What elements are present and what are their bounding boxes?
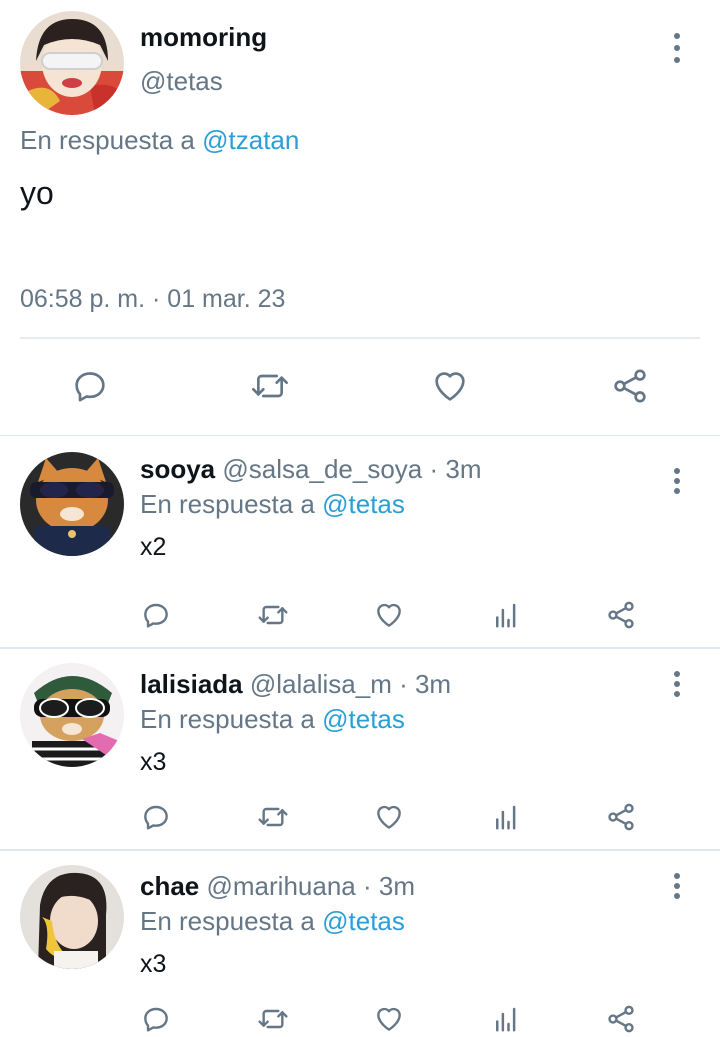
share-button[interactable] [608, 364, 652, 408]
reply-header: lalisiada @lalalisa_m · 3m [140, 669, 451, 700]
share-icon [614, 369, 646, 403]
mention-link[interactable]: @tzatan [202, 125, 299, 155]
retweet-button[interactable] [254, 597, 292, 633]
display-name[interactable]: chae [140, 871, 199, 901]
avatar[interactable] [20, 452, 124, 556]
reply-prefix: En respuesta a [20, 125, 195, 155]
reply-prefix: En respuesta a [140, 704, 315, 734]
avatar[interactable] [20, 663, 124, 767]
reply-button[interactable] [138, 597, 174, 633]
analytics-icon [496, 805, 516, 830]
reply-button[interactable] [138, 799, 174, 835]
like-button[interactable] [428, 364, 472, 408]
display-name[interactable]: sooya [140, 454, 215, 484]
views-button[interactable] [488, 799, 524, 835]
relative-time: · 3m [362, 871, 415, 901]
tweet-timestamp[interactable]: 06:58 p. m. · 01 mar. 23 [20, 285, 285, 314]
retweet-button[interactable] [254, 1001, 292, 1037]
retweet-icon [258, 605, 288, 625]
reply-icon [144, 805, 168, 830]
share-button[interactable] [603, 597, 639, 633]
display-name[interactable]: momoring [140, 22, 267, 53]
reply-tweet[interactable]: chae @marihuana · 3m En respuesta a @tet… [0, 851, 720, 1033]
reply-context: En respuesta a @tetas [140, 704, 405, 735]
mention-link[interactable]: @tetas [322, 906, 405, 936]
mention-link[interactable]: @tetas [322, 704, 405, 734]
reply-icon [144, 603, 168, 628]
reply-button[interactable] [138, 1001, 174, 1037]
divider [20, 337, 700, 339]
like-button[interactable] [371, 597, 407, 633]
reply-button[interactable] [68, 364, 112, 408]
more-options-icon[interactable] [672, 468, 682, 494]
relative-time: · 3m [399, 669, 452, 699]
retweet-icon [258, 1009, 288, 1029]
reply-prefix: En respuesta a [140, 906, 315, 936]
views-button[interactable] [488, 597, 524, 633]
user-handle[interactable]: @tetas [140, 66, 223, 97]
views-button[interactable] [488, 1001, 524, 1037]
reply-icon [144, 1007, 168, 1032]
relative-time: · 3m [429, 454, 482, 484]
user-handle[interactable]: @marihuana [207, 871, 356, 901]
like-icon [377, 603, 401, 627]
like-icon [435, 372, 465, 401]
reply-prefix: En respuesta a [140, 489, 315, 519]
like-button[interactable] [371, 1001, 407, 1037]
avatar[interactable] [20, 11, 124, 115]
like-icon [377, 805, 401, 829]
display-name[interactable]: lalisiada [140, 669, 243, 699]
more-options-icon[interactable] [672, 671, 682, 697]
main-tweet: momoring @tetas En respuesta a @tzatan y… [0, 0, 720, 436]
share-button[interactable] [603, 799, 639, 835]
retweet-button[interactable] [246, 364, 294, 408]
share-icon [608, 1005, 634, 1033]
retweet-icon [252, 374, 288, 398]
mention-link[interactable]: @tetas [322, 489, 405, 519]
reply-context: En respuesta a @tetas [140, 906, 405, 937]
retweet-button[interactable] [254, 799, 292, 835]
user-handle[interactable]: @lalalisa_m [250, 669, 392, 699]
user-handle[interactable]: @salsa_de_soya [222, 454, 422, 484]
like-button[interactable] [371, 799, 407, 835]
analytics-icon [496, 1007, 516, 1032]
share-button[interactable] [603, 1001, 639, 1037]
reply-icon [75, 372, 105, 402]
reply-tweet[interactable]: lalisiada @lalalisa_m · 3m En respuesta … [0, 649, 720, 851]
retweet-icon [258, 807, 288, 827]
share-icon [608, 803, 634, 831]
reply-tweet[interactable]: sooya @salsa_de_soya · 3m En respuesta a… [0, 436, 720, 649]
analytics-icon [496, 603, 516, 628]
share-icon [608, 601, 634, 629]
reply-context: En respuesta a @tetas [140, 489, 405, 520]
reply-header: chae @marihuana · 3m [140, 871, 415, 902]
reply-context: En respuesta a @tzatan [20, 125, 299, 156]
tweet-text: x3 [140, 950, 167, 978]
tweet-text: x2 [140, 533, 167, 561]
tweet-text: yo [20, 175, 54, 211]
tweet-text: x3 [140, 748, 167, 776]
more-options-icon[interactable] [672, 873, 682, 899]
avatar[interactable] [20, 865, 124, 969]
like-icon [377, 1007, 401, 1031]
reply-header: sooya @salsa_de_soya · 3m [140, 454, 481, 485]
more-options-icon[interactable] [672, 33, 682, 63]
